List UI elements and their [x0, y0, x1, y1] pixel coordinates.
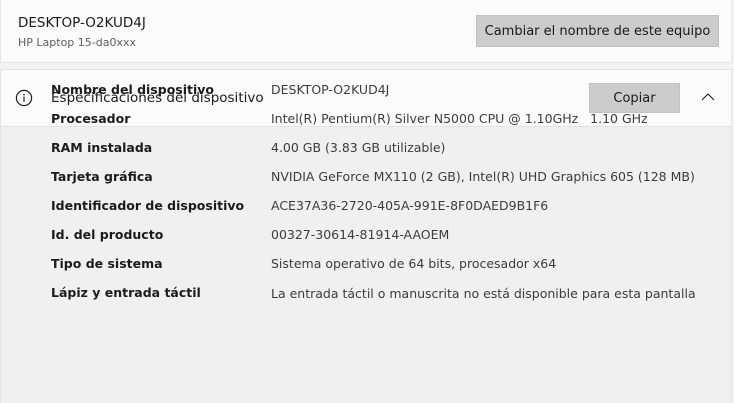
spec-label: Id. del producto [51, 227, 164, 242]
spec-row: Identificador de dispositivo ACE37A36-27… [51, 196, 701, 225]
spec-value: DESKTOP-O2KUD4J [271, 82, 390, 97]
spec-label: Identificador de dispositivo [51, 198, 245, 213]
spec-row: RAM instalada 4.00 GB (3.83 GB utilizabl… [51, 138, 701, 167]
chevron-up-icon[interactable] [700, 91, 716, 103]
spec-label: Nombre del dispositivo [51, 82, 215, 97]
device-card: DESKTOP-O2KUD4J HP Laptop 15-da0xxx Camb… [0, 0, 732, 63]
spec-row: Lápiz y entrada táctil La entrada táctil… [51, 283, 701, 312]
spec-value: ACE37A36-2720-405A-991E-8F0DAED9B1F6 [271, 198, 549, 213]
spec-row: Procesador Intel(R) Pentium(R) Silver N5… [51, 109, 701, 138]
spec-row: Tipo de sistema Sistema operativo de 64 … [51, 254, 701, 283]
spec-label: Tipo de sistema [51, 256, 163, 271]
spec-row: Tarjeta gráfica NVIDIA GeForce MX110 (2 … [51, 167, 701, 196]
spec-label: RAM instalada [51, 140, 153, 155]
spec-row: Id. del producto 00327-30614-81914-AAOEM [51, 225, 701, 254]
spec-value: Intel(R) Pentium(R) Silver N5000 CPU @ 1… [271, 111, 648, 126]
spec-label: Procesador [51, 111, 131, 126]
spec-label: Lápiz y entrada táctil [51, 285, 201, 300]
device-model: HP Laptop 15-da0xxx [18, 36, 136, 49]
spec-value: La entrada táctil o manuscrita no está d… [271, 286, 696, 301]
settings-about-page: DESKTOP-O2KUD4J HP Laptop 15-da0xxx Camb… [0, 0, 734, 403]
spec-value: 4.00 GB (3.83 GB utilizable) [271, 140, 446, 155]
spec-row: Nombre del dispositivo DESKTOP-O2KUD4J [51, 80, 701, 109]
spec-value: Sistema operativo de 64 bits, procesador… [271, 256, 557, 271]
info-icon [15, 89, 33, 107]
device-name: DESKTOP-O2KUD4J [18, 15, 146, 31]
spec-value: NVIDIA GeForce MX110 (2 GB), Intel(R) UH… [271, 169, 695, 184]
spec-value: 00327-30614-81914-AAOEM [271, 227, 450, 242]
rename-pc-button[interactable]: Cambiar el nombre de este equipo [476, 15, 719, 47]
spec-label: Tarjeta gráfica [51, 169, 153, 184]
specifications-table: Nombre del dispositivo DESKTOP-O2KUD4J P… [51, 80, 701, 312]
